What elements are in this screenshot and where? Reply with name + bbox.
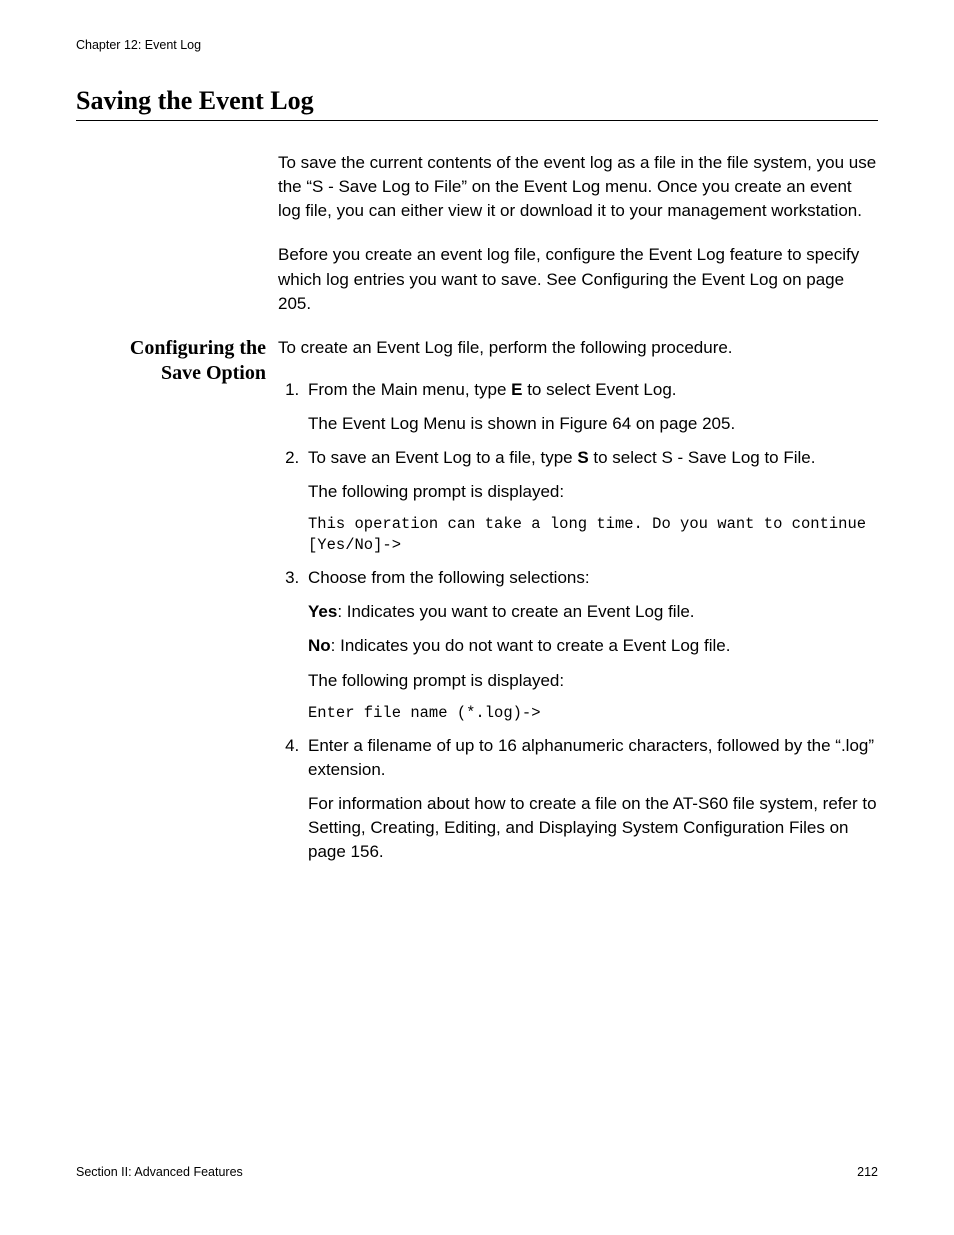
step-3-code: Enter file name (*.log)->: [308, 703, 878, 724]
intro-p2: Before you create an event log file, con…: [278, 243, 878, 315]
step-2-pre: To save an Event Log to a file, type: [308, 448, 577, 467]
intro-block: To save the current contents of the even…: [76, 151, 878, 336]
intro-p1: To save the current contents of the even…: [278, 151, 878, 223]
step-2: To save an Event Log to a file, type S t…: [304, 446, 878, 556]
intro-body: To save the current contents of the even…: [278, 151, 878, 336]
step-1-pre: From the Main menu, type: [308, 380, 511, 399]
footer-left: Section II: Advanced Features: [76, 1165, 243, 1179]
step-3-yes: Yes: Indicates you want to create an Eve…: [308, 600, 878, 624]
step-3-no-label: No: [308, 636, 331, 655]
page-footer: Section II: Advanced Features 212: [76, 1165, 878, 1179]
sidebar-line-1: Configuring the: [76, 336, 266, 361]
step-3: Choose from the following selections: Ye…: [304, 566, 878, 723]
step-3-no: No: Indicates you do not want to create …: [308, 634, 878, 658]
step-2-key: S: [577, 448, 588, 467]
step-3-yes-text: : Indicates you want to create an Event …: [337, 602, 694, 621]
step-2-sub: The following prompt is displayed:: [308, 480, 878, 504]
step-1-key: E: [511, 380, 522, 399]
step-2-post: to select S - Save Log to File.: [589, 448, 816, 467]
step-2-code: This operation can take a long time. Do …: [308, 514, 878, 556]
step-3-sub: The following prompt is displayed:: [308, 669, 878, 693]
step-1-sub: The Event Log Menu is shown in Figure 64…: [308, 412, 878, 436]
step-1-post: to select Event Log.: [522, 380, 676, 399]
section-title: Saving the Event Log: [76, 86, 878, 121]
step-3-yes-label: Yes: [308, 602, 337, 621]
procedure-lead: To create an Event Log file, perform the…: [278, 336, 878, 360]
step-3-lead: Choose from the following selections:: [308, 568, 590, 587]
step-4: Enter a filename of up to 16 alphanumeri…: [304, 734, 878, 865]
running-header: Chapter 12: Event Log: [76, 38, 878, 52]
sidebar-line-2: Save Option: [76, 361, 266, 386]
procedure-steps: From the Main menu, type E to select Eve…: [278, 378, 878, 864]
step-4-text: Enter a filename of up to 16 alphanumeri…: [308, 736, 874, 779]
procedure-sidebar: Configuring the Save Option: [76, 336, 266, 875]
page: Chapter 12: Event Log Saving the Event L…: [0, 0, 954, 1235]
step-3-no-text: : Indicates you do not want to create a …: [331, 636, 731, 655]
intro-sidebar-empty: [76, 151, 266, 336]
procedure-block: Configuring the Save Option To create an…: [76, 336, 878, 875]
step-4-sub: For information about how to create a fi…: [308, 792, 878, 864]
step-1: From the Main menu, type E to select Eve…: [304, 378, 878, 436]
procedure-body: To create an Event Log file, perform the…: [278, 336, 878, 875]
footer-right: 212: [857, 1165, 878, 1179]
